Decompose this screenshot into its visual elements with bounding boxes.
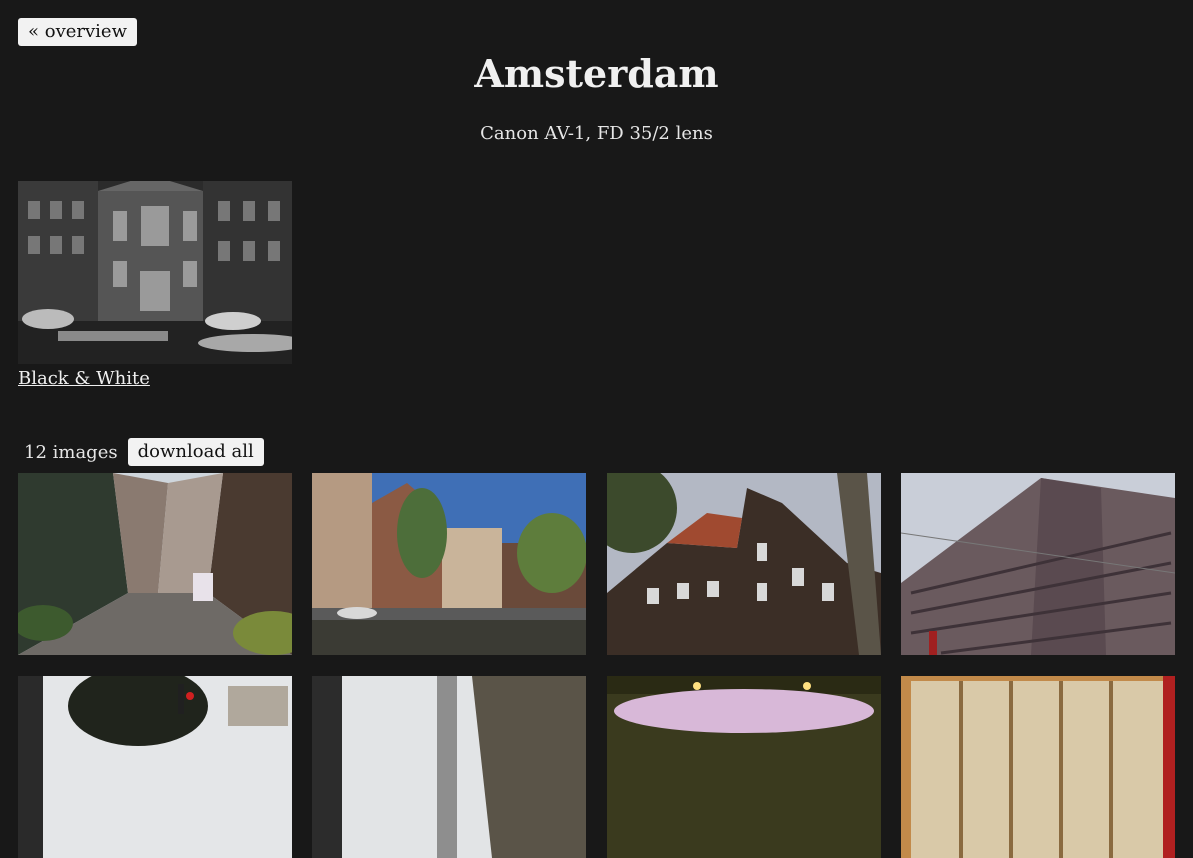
photo-canal-houses-image[interactable] bbox=[312, 473, 586, 655]
photo-thumbnail[interactable] bbox=[607, 676, 881, 858]
gallery-toolbar: 12 images download all bbox=[24, 438, 264, 466]
page-title: Amsterdam bbox=[474, 51, 719, 96]
photo-thumbnail[interactable] bbox=[18, 676, 292, 858]
photo-thumbnail[interactable] bbox=[312, 676, 586, 858]
overview-back-link[interactable]: « overview bbox=[18, 18, 137, 46]
photo-thumbnail[interactable] bbox=[901, 676, 1175, 858]
photo-corner-building-image[interactable] bbox=[607, 473, 881, 655]
photo-street-traffic-image[interactable] bbox=[18, 676, 292, 858]
photo-canal-alley-image[interactable] bbox=[18, 473, 292, 655]
page-subtitle: Canon AV-1, FD 35/2 lens bbox=[480, 123, 713, 144]
album-label[interactable]: Black & White bbox=[18, 367, 292, 391]
image-count: 12 images bbox=[24, 441, 118, 463]
photo-thumbnail[interactable] bbox=[607, 473, 881, 655]
download-all-button[interactable]: download all bbox=[127, 438, 264, 466]
album-thumbnail-image[interactable] bbox=[18, 181, 292, 364]
photo-glass-facade-image[interactable] bbox=[901, 676, 1175, 858]
photo-thumbnail[interactable] bbox=[18, 473, 292, 655]
photo-brick-block-image[interactable] bbox=[901, 473, 1175, 655]
album-card-black-white[interactable]: Black & White bbox=[18, 181, 292, 391]
photo-thumbnail[interactable] bbox=[901, 473, 1175, 655]
photo-narrow-passage-image[interactable] bbox=[312, 676, 586, 858]
photo-thumbnail[interactable] bbox=[312, 473, 586, 655]
photo-interior-lights-image[interactable] bbox=[607, 676, 881, 858]
